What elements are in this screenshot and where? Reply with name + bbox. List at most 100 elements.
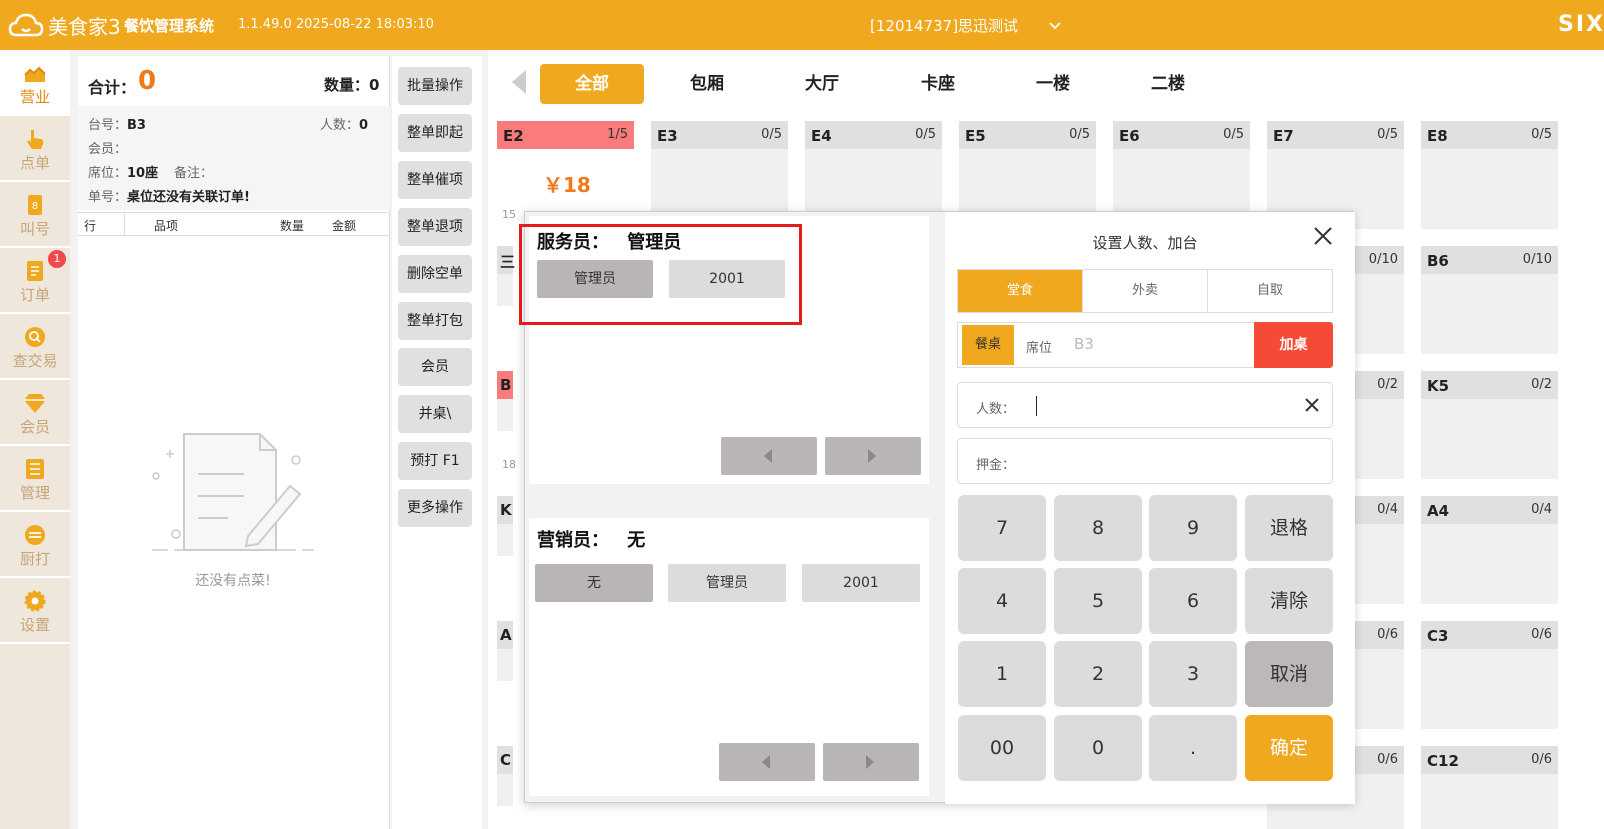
arrow-left-icon <box>764 449 772 463</box>
qty-label-text: 数量： <box>324 76 370 94</box>
nav-call-number[interactable]: 8 叫号 <box>0 182 70 246</box>
key-5[interactable]: 5 <box>1054 568 1142 634</box>
table-name: E3 <box>657 127 678 145</box>
table-card-edge[interactable]: K <box>497 496 513 556</box>
table-card-edge[interactable]: A <box>497 621 513 681</box>
table-card-edge[interactable]: B <box>497 371 513 431</box>
nav-order-food[interactable]: 点单 <box>0 116 70 180</box>
tab-private-room[interactable]: 包厢 <box>655 64 759 104</box>
table-card-c12[interactable]: C12 0/6 <box>1421 746 1558 829</box>
merge-table-button[interactable]: 并桌\ <box>398 395 472 433</box>
sales-option-admin[interactable]: 管理员 <box>668 564 786 602</box>
people-field[interactable]: 人数： <box>957 382 1333 428</box>
people-pane: 设置人数、加台 堂食 外卖 自取 餐桌 席位 B3 加桌 人数： 押金： 7 8… <box>945 212 1355 804</box>
sales-option-none[interactable]: 无 <box>535 564 653 602</box>
mode-dine-in[interactable]: 堂食 <box>958 270 1083 312</box>
nav-transactions[interactable]: 查交易 <box>0 314 70 378</box>
arrow-right-icon <box>868 449 876 463</box>
nav-label: 订单 <box>19 286 50 304</box>
key-9[interactable]: 9 <box>1149 495 1237 561</box>
waiter-next-button[interactable] <box>825 437 921 475</box>
sales-option-2001[interactable]: 2001 <box>802 564 920 602</box>
urge-all-button[interactable]: 整单催项 <box>398 161 472 199</box>
nav-manage[interactable]: 管理 <box>0 446 70 510</box>
waiter-prev-button[interactable] <box>721 437 817 475</box>
service-mode-tabs: 堂食 外卖 自取 <box>957 269 1333 313</box>
mode-takeout[interactable]: 外卖 <box>1083 270 1208 312</box>
key-0[interactable]: 0 <box>1054 715 1142 781</box>
key-dot[interactable]: . <box>1149 715 1237 781</box>
table-card-k5[interactable]: K5 0/2 <box>1421 371 1558 479</box>
delete-empty-button[interactable]: 删除空单 <box>398 255 472 293</box>
seat-type-tag[interactable]: 餐桌 <box>962 325 1014 365</box>
table-card-edge[interactable]: C <box>497 746 513 806</box>
tab-booth[interactable]: 卡座 <box>886 64 990 104</box>
table-card-a4[interactable]: A4 0/4 <box>1421 496 1558 604</box>
nav-member[interactable]: 会员 <box>0 380 70 444</box>
table-count: 0/6 <box>1377 752 1398 767</box>
table-card-c3[interactable]: C3 0/6 <box>1421 621 1558 729</box>
table-card-b6[interactable]: B6 0/10 <box>1421 246 1558 354</box>
table-count: 0/5 <box>1531 127 1552 142</box>
tab-floor-2[interactable]: 二楼 <box>1116 64 1220 104</box>
table-count: 0/5 <box>915 127 936 142</box>
member-button[interactable]: 会员 <box>398 348 472 386</box>
preprint-button[interactable]: 预打 F1 <box>398 442 472 480</box>
key-cancel[interactable]: 取消 <box>1245 641 1333 707</box>
people-label: 人数： <box>976 402 1016 417</box>
store-selector[interactable]: [12014737]思迅测试 <box>870 15 1062 36</box>
pack-all-button[interactable]: 整单打包 <box>398 302 472 340</box>
key-clear[interactable]: 清除 <box>1245 568 1333 634</box>
clear-icon[interactable] <box>1302 395 1322 415</box>
table-card-e8[interactable]: E8 0/5 <box>1421 121 1558 229</box>
key-2[interactable]: 2 <box>1054 641 1142 707</box>
col-qty: 数量 <box>280 219 305 233</box>
mode-pickup[interactable]: 自取 <box>1208 270 1332 312</box>
table-count: 0/10 <box>1368 252 1398 267</box>
bill-label: 单号： <box>88 190 128 205</box>
empty-text: 还没有点菜! <box>195 573 271 589</box>
key-6[interactable]: 6 <box>1149 568 1237 634</box>
list-icon <box>26 459 44 479</box>
col-amount: 金额 <box>332 219 357 233</box>
key-8[interactable]: 8 <box>1054 495 1142 561</box>
seat-input[interactable]: B3 <box>1074 335 1094 353</box>
nav-label: 设置 <box>19 616 50 634</box>
key-4[interactable]: 4 <box>958 568 1046 634</box>
set-people-dialog: 服务员： 管理员 管理员 2001 营销员： 无 无 管理员 2001 设置人数… <box>519 211 1355 804</box>
close-icon[interactable] <box>1311 224 1335 248</box>
col-divider <box>124 213 125 235</box>
empty-note-icon <box>152 433 314 551</box>
deposit-field[interactable]: 押金： <box>957 438 1333 484</box>
table-name: A4 <box>1427 502 1450 520</box>
table-name: 三 <box>497 246 515 274</box>
key-backspace[interactable]: 退格 <box>1245 495 1333 561</box>
sales-prev-button[interactable] <box>719 743 815 781</box>
tabs-prev-icon[interactable] <box>512 70 526 94</box>
edge-num: 18 <box>502 458 516 471</box>
edge-num: 15 <box>502 208 516 221</box>
return-all-button[interactable]: 整单退项 <box>398 208 472 246</box>
tab-floor-1[interactable]: 一楼 <box>1001 64 1105 104</box>
system-name: 餐饮管理系统 <box>124 17 215 35</box>
nav-kitchen-print[interactable]: 厨打 <box>0 512 70 576</box>
nav-business[interactable]: 营业 <box>0 50 70 114</box>
add-table-button[interactable]: 加桌 <box>1254 322 1333 368</box>
nav-orders[interactable]: 订单 1 <box>0 248 70 312</box>
table-count: 1/5 <box>607 127 628 142</box>
table-name: E7 <box>1273 127 1294 145</box>
more-actions-button[interactable]: 更多操作 <box>398 489 472 527</box>
batch-operation-button[interactable]: 批量操作 <box>398 67 472 105</box>
key-00[interactable]: 00 <box>958 715 1046 781</box>
sales-next-button[interactable] <box>823 743 919 781</box>
tab-hall[interactable]: 大厅 <box>770 64 874 104</box>
key-3[interactable]: 3 <box>1149 641 1237 707</box>
key-confirm[interactable]: 确定 <box>1245 715 1333 781</box>
key-1[interactable]: 1 <box>958 641 1046 707</box>
tab-all[interactable]: 全部 <box>540 64 644 104</box>
start-all-button[interactable]: 整单即起 <box>398 114 472 152</box>
key-7[interactable]: 7 <box>958 495 1046 561</box>
table-card-edge[interactable]: 三 <box>497 246 515 306</box>
nav-settings[interactable]: 设置 <box>0 578 70 642</box>
arrow-left-icon <box>762 755 770 769</box>
